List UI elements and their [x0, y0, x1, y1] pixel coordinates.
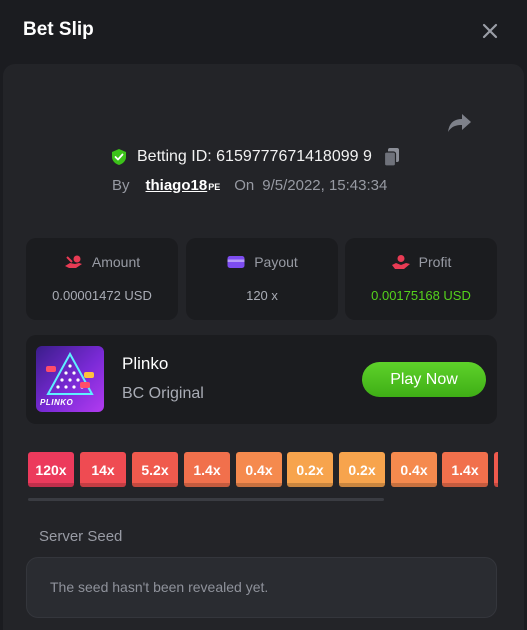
amount-card: Amount 0.00001472 USD	[26, 238, 178, 320]
profit-card: Profit 0.00175168 USD	[345, 238, 497, 320]
game-card: PLINKO Plinko BC Original Play Now	[26, 335, 497, 424]
copy-icon[interactable]	[383, 147, 401, 167]
bet-datetime: 9/5/2022, 15:43:34	[262, 176, 388, 194]
play-now-button[interactable]: Play Now	[362, 362, 486, 397]
multiplier-scrollbar[interactable]	[28, 498, 384, 501]
user-country-badge: PE	[208, 182, 221, 192]
amount-value: 0.00001472 USD	[52, 288, 152, 303]
hand-coin-icon	[391, 255, 410, 269]
profit-value: 0.00175168 USD	[371, 288, 471, 303]
game-name: Plinko	[122, 354, 169, 373]
close-icon[interactable]	[479, 20, 501, 42]
multiplier-bucket: 0.2x	[339, 452, 385, 487]
share-icon[interactable]	[446, 111, 474, 135]
on-label: On	[234, 176, 255, 194]
multiplier-bucket: 0.4x	[236, 452, 282, 487]
thumbnail-label: PLINKO	[40, 398, 74, 407]
bet-meta-row: By thiago18 PE On 9/5/2022, 15:43:34	[112, 175, 387, 195]
multiplier-bucket: 5.2x	[132, 452, 178, 487]
multiplier-bucket: 1.4x	[442, 452, 488, 487]
profit-label: Profit	[418, 254, 452, 270]
server-seed-field[interactable]: The seed hasn't been revealed yet.	[26, 557, 497, 618]
window-title: Bet Slip	[23, 19, 94, 40]
plinko-thumbnail[interactable]: PLINKO	[36, 346, 104, 412]
multiplier-bucket	[494, 452, 498, 487]
multiplier-bucket: 0.2x	[287, 452, 333, 487]
multiplier-strip[interactable]: 120x 14x 5.2x 1.4x 0.4x 0.2x 0.2x 0.4x 1…	[28, 452, 498, 488]
by-label: By	[112, 176, 130, 194]
multiplier-bucket: 14x	[80, 452, 126, 487]
multiplier-bucket: 120x	[28, 452, 74, 487]
coins-hand-icon	[64, 255, 82, 268]
username-link[interactable]: thiago18	[146, 177, 208, 194]
card-icon	[227, 256, 245, 268]
server-seed-label: Server Seed	[39, 528, 123, 545]
game-subtitle: BC Original	[122, 385, 204, 402]
amount-label: Amount	[91, 254, 141, 270]
betting-id-row: Betting ID: 6159777671418099 9	[110, 146, 401, 168]
betting-id: Betting ID: 6159777671418099 9	[137, 148, 372, 165]
payout-label: Payout	[254, 254, 298, 270]
payout-card: Payout 120 x	[186, 238, 338, 320]
verified-shield-icon	[112, 149, 126, 165]
header: Bet Slip	[0, 0, 527, 62]
server-seed-placeholder: The seed hasn't been revealed yet.	[50, 579, 269, 595]
payout-value: 120 x	[246, 288, 278, 303]
multiplier-bucket: 1.4x	[184, 452, 230, 487]
multiplier-bucket: 0.4x	[391, 452, 437, 487]
